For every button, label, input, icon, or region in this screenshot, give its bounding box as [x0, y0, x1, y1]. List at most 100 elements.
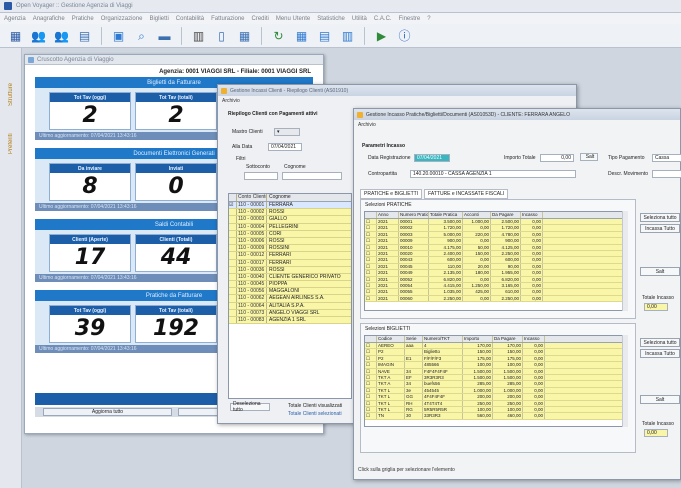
- kpi-card[interactable]: Da inviare 8: [49, 163, 131, 201]
- row-checkbox[interactable]: ☐: [365, 387, 377, 394]
- kpi-card[interactable]: Clienti (Aperte) 17: [49, 234, 131, 272]
- table-row[interactable]: 110 - 00056 MAGGALONI: [229, 288, 351, 296]
- table-row[interactable]: ☐ TN 30 33R3R3 560,00 460,00 0,00: [365, 413, 625, 420]
- row-checkbox[interactable]: [229, 237, 237, 245]
- table-row[interactable]: 110 - 00017 FERRARI: [229, 259, 351, 267]
- row-checkbox[interactable]: [229, 245, 237, 252]
- row-checkbox[interactable]: ☐: [365, 400, 377, 406]
- column-header[interactable]: Incasso: [521, 212, 543, 218]
- menu-item[interactable]: Anagrafiche: [33, 16, 65, 22]
- column-header[interactable]: Totale Pratica: [429, 212, 463, 218]
- column-header[interactable]: Da Pagare: [493, 336, 523, 342]
- col-conto[interactable]: Conto Cliente: [237, 194, 267, 201]
- alla-data-field[interactable]: 07/04/2021: [268, 143, 302, 151]
- column-header[interactable]: Acconti: [463, 212, 491, 218]
- table-row[interactable]: 110 - 00005 CORI: [229, 230, 351, 238]
- menu-archivio[interactable]: Archivio: [358, 122, 376, 128]
- menu-item[interactable]: Biglietti: [149, 16, 168, 22]
- column-header[interactable]: Incasso: [523, 336, 545, 342]
- salt-button[interactable]: Salt: [580, 153, 598, 161]
- calendar-icon[interactable]: ▦: [292, 26, 311, 45]
- contropartita-select[interactable]: 140.20.00010 - CASSA AGENZIA 1: [410, 170, 576, 178]
- row-checkbox[interactable]: ☐: [365, 270, 377, 276]
- table-icon[interactable]: ▤: [315, 26, 334, 45]
- row-checkbox[interactable]: [229, 309, 237, 316]
- refresh-icon[interactable]: ↻: [269, 26, 288, 45]
- table-row[interactable]: 110 - 00062 AEGEAN AIRLINES S.A.: [229, 295, 351, 303]
- row-checkbox[interactable]: [229, 317, 237, 324]
- menu-archivio[interactable]: Archivio: [222, 98, 240, 104]
- kpi-card[interactable]: Inviati 0: [135, 163, 217, 201]
- agency-icon[interactable]: ▦: [6, 26, 25, 45]
- row-checkbox[interactable]: ☐: [365, 225, 377, 231]
- seleziona-tutto-button[interactable]: Seleziona tutto: [640, 213, 680, 222]
- table-row[interactable]: 110 - 00006 ROSSI: [229, 237, 351, 246]
- table-row[interactable]: 110 - 00036 ROSSI: [229, 266, 351, 274]
- col-cognome[interactable]: Cognome: [267, 194, 351, 201]
- row-checkbox[interactable]: ☑: [229, 202, 237, 209]
- row-checkbox[interactable]: [229, 273, 237, 281]
- menu-item[interactable]: Organizzazione: [101, 16, 143, 22]
- sottoconto-filter[interactable]: [244, 172, 278, 180]
- table-row[interactable]: ☐ 2021 00060 2.250,00 0,00 2.250,00 0,00: [365, 295, 625, 303]
- table-row[interactable]: 110 - 00073 ANGELO VIAGGI SRL: [229, 309, 351, 317]
- column-header[interactable]: Da Pagare: [491, 212, 521, 218]
- column-header[interactable]: Anno: [377, 212, 399, 218]
- row-checkbox[interactable]: ☐: [365, 295, 377, 302]
- salt-side-button[interactable]: Salt: [640, 267, 680, 276]
- row-checkbox[interactable]: ☐: [365, 289, 377, 295]
- report-icon[interactable]: ▦: [235, 26, 254, 45]
- menu-item[interactable]: Finestre: [399, 16, 421, 22]
- menu-item[interactable]: Menu Utente: [276, 16, 310, 22]
- row-checkbox[interactable]: ☐: [365, 362, 377, 368]
- row-checkbox[interactable]: ☐: [365, 282, 377, 289]
- table-row[interactable]: 110 - 00003 GIALLO: [229, 216, 351, 224]
- menu-item[interactable]: ?: [427, 16, 430, 22]
- row-checkbox[interactable]: ☐: [365, 355, 377, 362]
- row-checkbox[interactable]: ☐: [365, 276, 377, 282]
- row-checkbox[interactable]: ☐: [365, 374, 377, 381]
- importo-totale-field[interactable]: 0,00: [540, 154, 574, 162]
- row-checkbox[interactable]: [229, 209, 237, 216]
- row-checkbox[interactable]: ☐: [365, 263, 377, 270]
- info-icon[interactable]: ⓘ: [395, 26, 414, 45]
- kpi-card[interactable]: Tot Tav (oggi) 39: [49, 305, 131, 343]
- menu-item[interactable]: Statistiche: [317, 16, 345, 22]
- menu-item[interactable]: Agenzia: [4, 16, 26, 22]
- chart-icon[interactable]: ▥: [338, 26, 357, 45]
- pratiche-window-title[interactable]: Gestione Incasso Pratiche/Biglietti/Docu…: [354, 109, 680, 120]
- grid-icon[interactable]: ▤: [75, 26, 94, 45]
- row-checkbox[interactable]: [229, 216, 237, 223]
- photo-icon[interactable]: ▣: [109, 26, 128, 45]
- salt-biglietti-button[interactable]: Salt: [640, 395, 680, 404]
- row-checkbox[interactable]: ☐: [365, 250, 377, 257]
- row-checkbox[interactable]: ☐: [365, 343, 377, 349]
- incassi-window-title[interactable]: Gestione Incassi Clienti - Riepilogo Cli…: [218, 85, 576, 96]
- rail-tab-strutture[interactable]: Strutture: [2, 66, 20, 106]
- column-header[interactable]: Codice: [377, 336, 405, 342]
- tab-fatture[interactable]: FATTURE e INCASSATE FISCALI: [424, 189, 509, 199]
- table-row[interactable]: ☑ 110 - 00001 FERRARA: [229, 202, 351, 210]
- row-checkbox[interactable]: ☐: [365, 238, 377, 244]
- kpi-card[interactable]: Tot Tav (oggi) 2: [49, 92, 131, 130]
- row-checkbox[interactable]: [229, 302, 237, 309]
- row-checkbox[interactable]: [229, 281, 237, 288]
- kpi-card[interactable]: Tot Tav (totali) 2: [135, 92, 217, 130]
- column-header[interactable]: Numero Pratica: [399, 212, 429, 218]
- rail-tab-preferiti[interactable]: Preferiti: [2, 114, 20, 154]
- kpi-card[interactable]: Tot Tav (totali) 192: [135, 305, 217, 343]
- row-checkbox[interactable]: [229, 295, 237, 302]
- tab-pratiche[interactable]: PRATICHE e BIGLIETTI: [360, 189, 423, 199]
- kpi-card[interactable]: Clienti (Totali) 44: [135, 234, 217, 272]
- menu-item[interactable]: Fatturazione: [211, 16, 244, 22]
- seleziona-tutto-biglietti-button[interactable]: Seleziona tutto: [640, 338, 680, 347]
- row-checkbox[interactable]: [229, 259, 237, 266]
- row-checkbox[interactable]: ☐: [365, 257, 377, 263]
- column-header[interactable]: Importo: [463, 336, 493, 342]
- search-icon[interactable]: ⌕: [132, 26, 151, 45]
- pratiche-scrollbar[interactable]: [622, 211, 628, 311]
- menu-item[interactable]: Crediti: [252, 16, 269, 22]
- row-checkbox[interactable]: ☐: [365, 394, 377, 400]
- row-checkbox[interactable]: [229, 288, 237, 295]
- table-row[interactable]: 110 - 00004 PELLEGRINI: [229, 223, 351, 231]
